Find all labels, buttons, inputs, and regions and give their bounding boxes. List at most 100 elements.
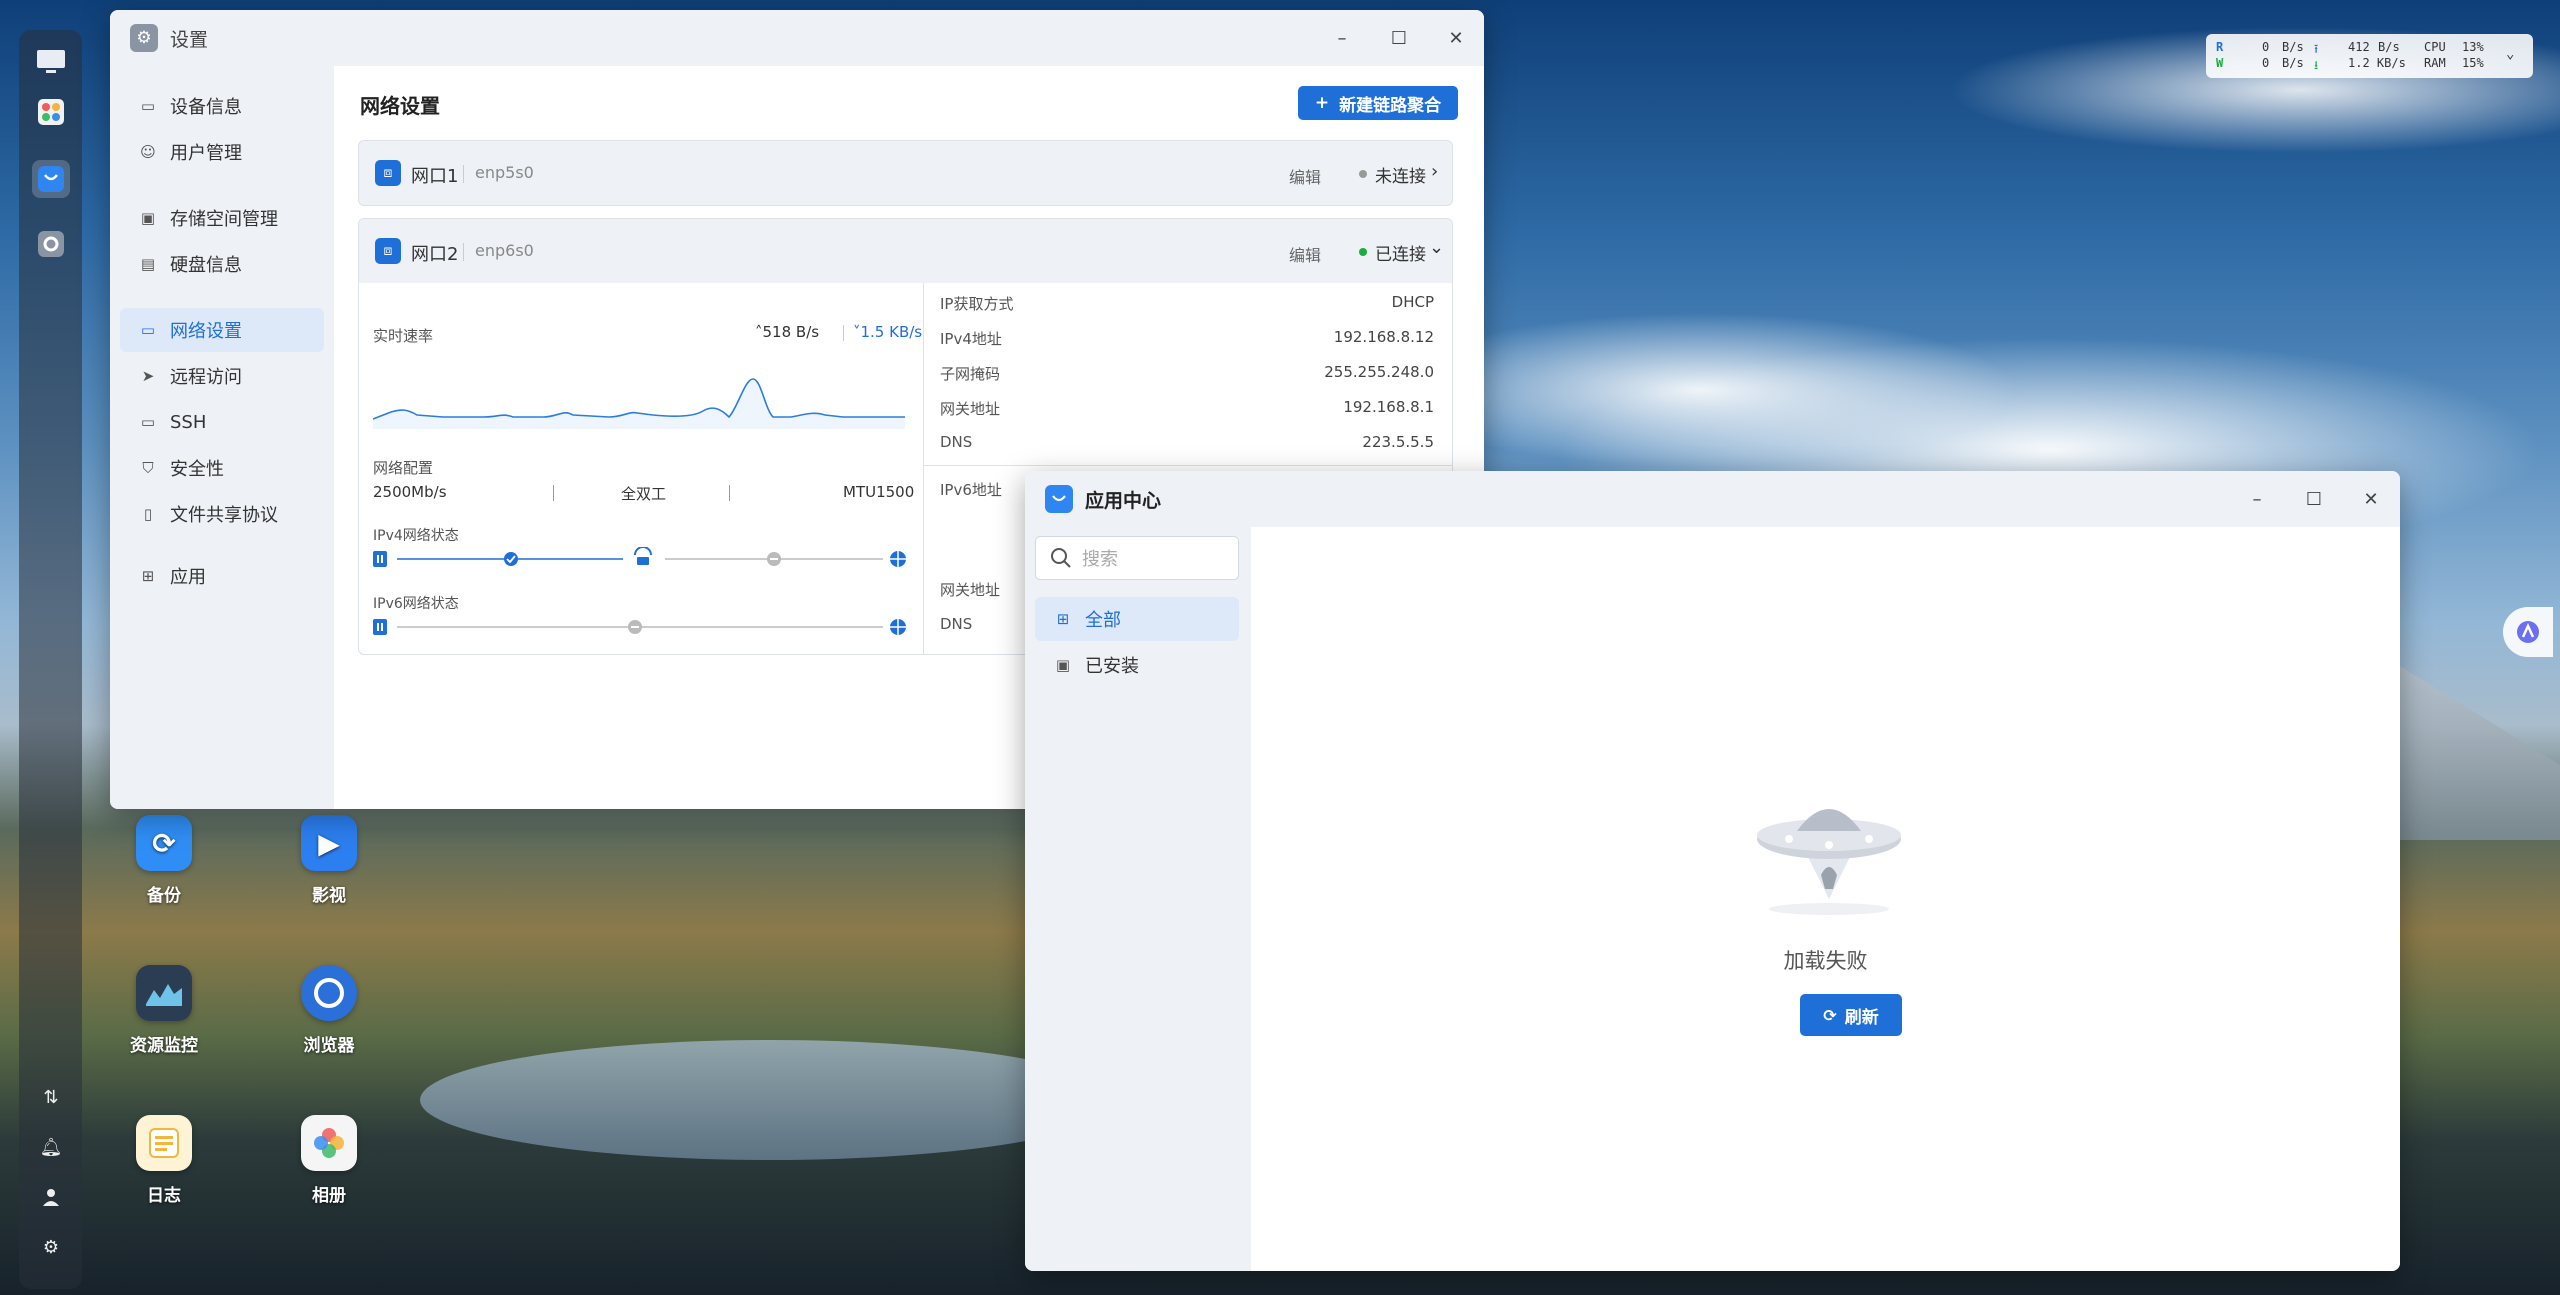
upload-speed: 412 <box>2348 40 2370 54</box>
gear-icon[interactable]: ⚙ <box>41 1237 61 1258</box>
appcenter-dock-icon[interactable] <box>32 160 70 198</box>
settings-sidebar: ▭ 设备信息 ☺ 用户管理 ▣ 存储空间管理 ▤ 硬盘信息 ▭ 网络设置 ➤ 远程访问 ▭ S… <box>110 66 334 809</box>
network-icon: ▭ <box>140 321 156 339</box>
sidebar-item-label: 应用 <box>170 567 206 588</box>
disk-icon: ▤ <box>140 255 156 273</box>
ram-value: 15% <box>2462 56 2484 70</box>
nav-item-installed[interactable]: ▣ 已安装 <box>1035 643 1239 687</box>
maximize-button[interactable]: ☐ <box>2304 489 2324 510</box>
refresh-icon: ⟳ <box>1823 1005 1837 1025</box>
port-divider <box>463 165 464 183</box>
bell-icon[interactable]: 🔔︎ <box>40 1137 63 1158</box>
app-grid-icon[interactable] <box>33 94 69 130</box>
sidebar-item-label: 安全性 <box>170 459 224 480</box>
ipv4-status-label: IPv4网络状态 <box>373 528 459 544</box>
close-button[interactable]: ✕ <box>1446 28 1466 49</box>
sidebar-item-security[interactable]: ⛉ 安全性 <box>120 446 324 490</box>
system-monitor-widget[interactable]: R W 0 B/s 0 B/s ⭱ ⭳ 412 B/s 1.2 KB/s CPU… <box>2206 34 2533 78</box>
write-speed: 0 <box>2262 56 2270 70</box>
collapse-chevron-icon[interactable]: ⌄ <box>2506 46 2514 62</box>
edit-port-button[interactable]: 编辑 <box>1289 164 1321 188</box>
new-link-aggregation-button[interactable]: + 新建链路聚合 <box>1298 86 1458 120</box>
sidebar-item-ssh[interactable]: ▭ SSH <box>120 400 324 444</box>
info-value: 192.168.8.12 <box>1333 328 1434 346</box>
status-dot <box>1359 248 1367 256</box>
sidebar-item-users[interactable]: ☺ 用户管理 <box>120 130 324 174</box>
sidebar-item-storage[interactable]: ▣ 存储空间管理 <box>120 196 324 240</box>
transfer-icon[interactable]: ⇅ <box>41 1087 61 1108</box>
terminal-icon: ▭ <box>140 413 156 431</box>
desktop-icon-monitor[interactable]: 资源监控 <box>104 965 224 1056</box>
sidebar-item-remote[interactable]: ➤ 远程访问 <box>120 354 324 398</box>
info-label: IPv4地址 <box>940 330 1002 348</box>
sidebar-item-apps[interactable]: ⊞ 应用 <box>120 554 324 598</box>
refresh-button[interactable]: ⟳ 刷新 <box>1800 994 1902 1036</box>
user-icon: ☺ <box>140 143 156 161</box>
ethernet-port-icon: ⧈ <box>375 160 401 186</box>
info-label: DNS <box>940 615 973 633</box>
ram-label: RAM <box>2424 56 2446 70</box>
monitor-icon[interactable] <box>33 44 69 80</box>
storage-icon: ▣ <box>140 209 156 227</box>
config-divider <box>553 485 554 501</box>
sidebar-item-label: 硬盘信息 <box>170 255 242 276</box>
desktop-icon-log[interactable]: 日志 <box>104 1115 224 1206</box>
desktop-icon-video[interactable]: ▶ 影视 <box>269 815 389 906</box>
info-value: 223.5.5.5 <box>1362 433 1434 451</box>
backup-icon: ⟳ <box>136 815 192 871</box>
wallpaper-lake <box>420 1040 1120 1160</box>
minimize-button[interactable]: – <box>1332 28 1352 49</box>
search-input[interactable]: 搜索 <box>1035 536 1239 580</box>
desktop-icon-label: 相册 <box>312 1186 346 1206</box>
sidebar-item-disk[interactable]: ▤ 硬盘信息 <box>120 242 324 286</box>
sidebar-item-label: 设备信息 <box>170 97 242 118</box>
write-label: W <box>2216 56 2224 70</box>
info-label: IP获取方式 <box>940 295 1014 313</box>
port-row-2[interactable]: ⧈ 网口2 enp6s0 编辑 已连接 ⌄ <box>359 219 1452 283</box>
shield-icon: ⛉ <box>142 459 154 477</box>
sidebar-item-network[interactable]: ▭ 网络设置 <box>120 308 324 352</box>
info-label: 子网掩码 <box>940 365 1001 383</box>
port-interface: enp6s0 <box>475 241 534 260</box>
speed-sparkline <box>373 378 905 429</box>
refresh-label: 刷新 <box>1844 1007 1879 1028</box>
info-value: DHCP <box>1391 293 1434 311</box>
user-icon[interactable] <box>41 1187 61 1207</box>
port-interface: enp5s0 <box>475 163 534 182</box>
settings-dock-icon[interactable] <box>33 226 69 262</box>
sidebar-item-label: SSH <box>170 411 207 433</box>
download-speed: 1.2 KB/s <box>2348 56 2406 70</box>
maximize-button[interactable]: ☐ <box>1389 28 1409 49</box>
chevron-right-icon[interactable]: › <box>1431 161 1438 182</box>
desktop-icon-label: 浏览器 <box>303 1036 355 1056</box>
apps-grid-icon: ⊞ <box>1056 610 1070 628</box>
chevron-down-icon[interactable]: ⌄ <box>1429 237 1444 258</box>
sidebar-item-device-info[interactable]: ▭ 设备信息 <box>120 84 324 128</box>
sidebar-item-share[interactable]: ▯ 文件共享协议 <box>120 492 324 536</box>
edit-port-button[interactable]: 编辑 <box>1289 242 1321 266</box>
duplex-mode: 全双工 <box>621 485 667 503</box>
assistant-icon <box>2517 621 2539 643</box>
page-title: 网络设置 <box>360 94 440 118</box>
load-failed-text: 加载失败 <box>1783 949 1868 973</box>
ipv6-status-label: IPv6网络状态 <box>373 596 459 612</box>
config-divider <box>729 485 730 501</box>
assistant-float-button[interactable] <box>2503 607 2553 657</box>
close-button[interactable]: ✕ <box>2361 489 2381 510</box>
minimize-button[interactable]: – <box>2247 489 2267 510</box>
dock: ⇅ 🔔︎ ⚙ <box>19 30 82 1289</box>
desktop-icon-label: 日志 <box>147 1186 181 1206</box>
desktop-icon-photos[interactable]: 相册 <box>269 1115 389 1206</box>
upload-unit: B/s <box>2378 40 2400 54</box>
port-name: 网口1 <box>411 166 459 187</box>
nav-item-all[interactable]: ⊞ 全部 <box>1035 597 1239 641</box>
desktop-icon-backup[interactable]: ⟳ 备份 <box>104 815 224 906</box>
desktop-icon-browser[interactable]: 浏览器 <box>269 965 389 1056</box>
appcenter-app-icon <box>1045 485 1073 513</box>
port-divider <box>463 243 464 261</box>
document-icon: ▯ <box>143 505 153 523</box>
write-unit: B/s <box>2282 56 2304 70</box>
video-icon: ▶ <box>301 815 357 871</box>
read-speed: 0 <box>2262 40 2270 54</box>
port-row-1[interactable]: ⧈ 网口1 enp5s0 编辑 未连接 › <box>358 140 1453 206</box>
